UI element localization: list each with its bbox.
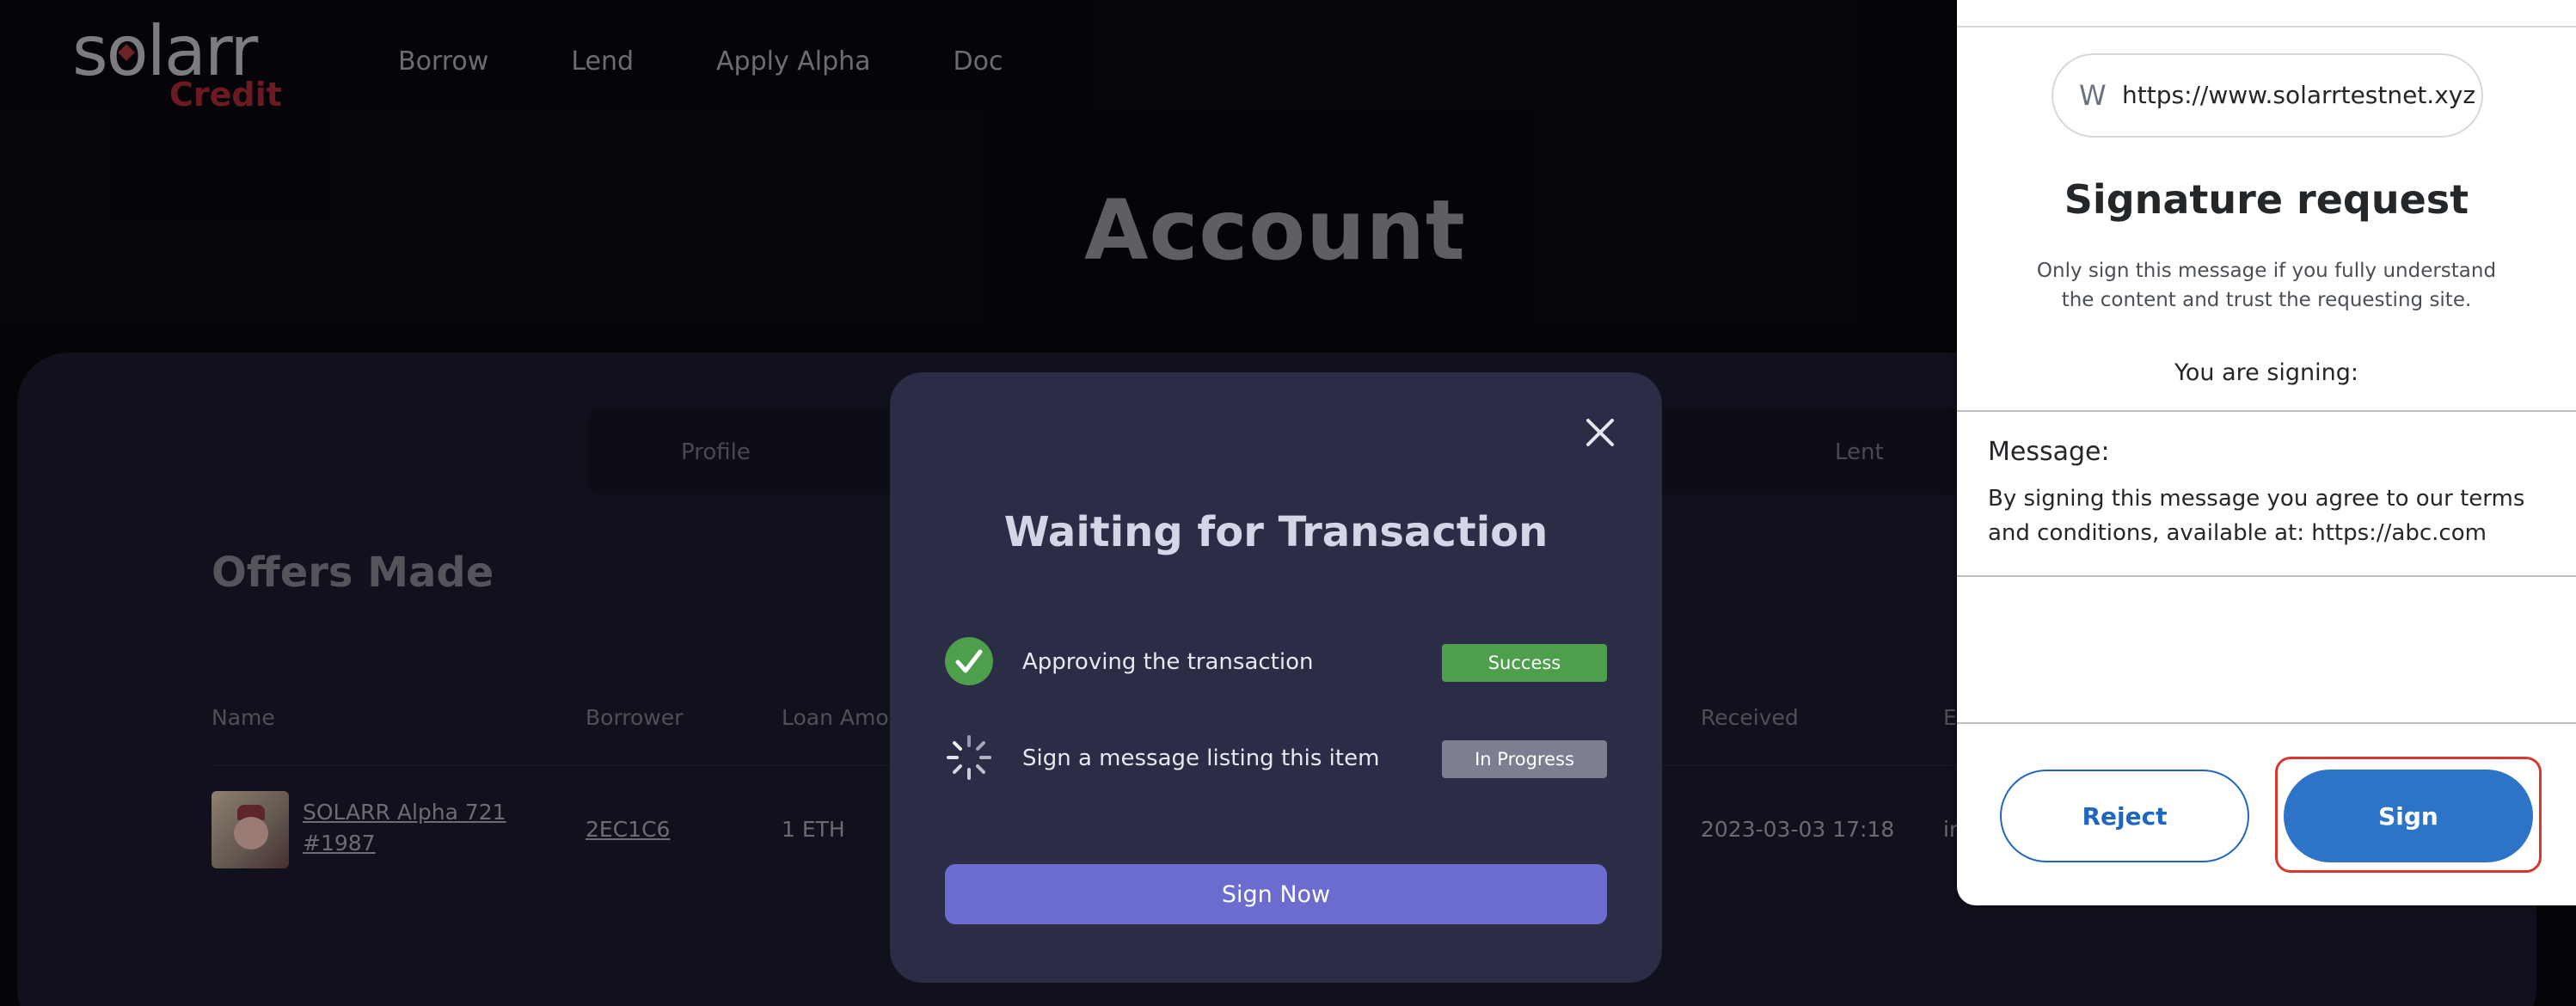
sign-now-button[interactable]: Sign Now — [945, 864, 1607, 924]
sign-button[interactable]: Sign — [2284, 770, 2533, 862]
reject-button[interactable]: Reject — [2000, 770, 2249, 862]
divider — [1957, 575, 2576, 577]
origin-pill: W https://www.solarrtestnet.xyz — [2052, 53, 2483, 138]
divider — [1957, 722, 2576, 724]
close-icon[interactable] — [1585, 417, 1616, 448]
message-label: Message: — [1988, 437, 2110, 467]
divider — [1957, 26, 2576, 28]
signature-request-title: Signature request — [2064, 176, 2469, 223]
divider — [1957, 410, 2576, 412]
step-approve: Approving the transaction Success — [945, 637, 1607, 689]
step-label: Sign a message listing this item — [1022, 745, 1380, 771]
signature-warning: Only sign this message if you fully unde… — [2036, 260, 2497, 311]
origin-url: https://www.solarrtestnet.xyz — [2122, 81, 2476, 109]
message-body: By signing this message you agree to our… — [1988, 486, 2525, 546]
check-circle-icon — [945, 637, 993, 685]
site-avatar: W — [2079, 79, 2107, 112]
signing-label: You are signing: — [2174, 359, 2359, 386]
step-sign-message: Sign a message listing this item In Prog… — [945, 733, 1607, 785]
waiting-transaction-modal: Waiting for Transaction Approving the tr… — [890, 372, 1662, 983]
step-label: Approving the transaction — [1022, 649, 1314, 675]
modal-title: Waiting for Transaction — [1003, 508, 1549, 556]
wallet-signature-panel: W https://www.solarrtestnet.xyz Signatur… — [1957, 0, 2576, 905]
spinner-icon — [945, 733, 993, 782]
status-badge-in-progress: In Progress — [1442, 740, 1607, 778]
status-badge-success: Success — [1442, 644, 1607, 682]
